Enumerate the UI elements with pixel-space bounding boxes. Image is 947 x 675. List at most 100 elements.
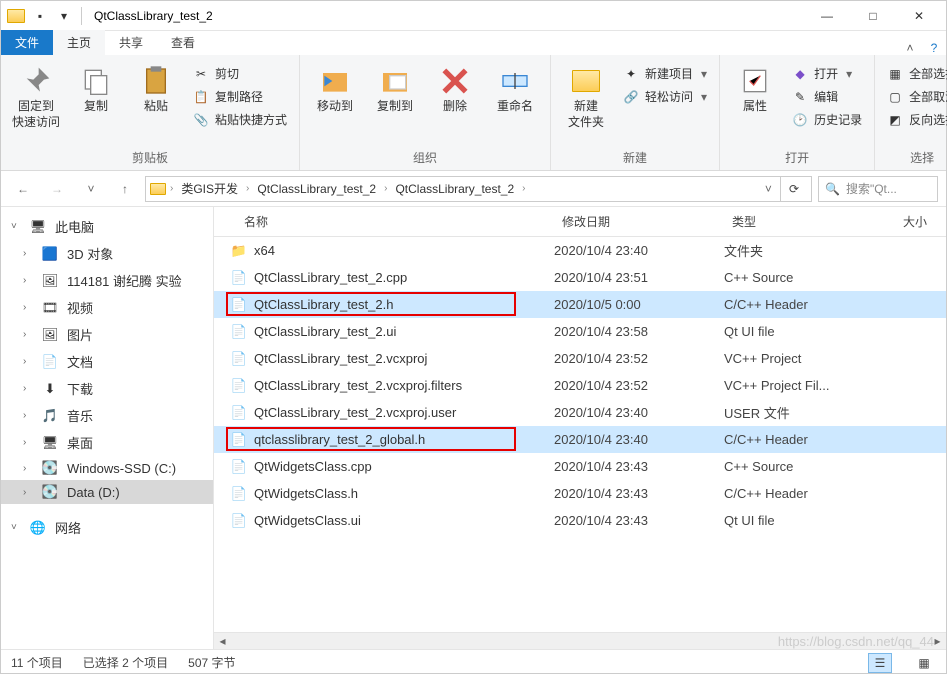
edit-button[interactable]: ✎编辑 — [786, 86, 868, 107]
nav-item-label: Data (D:) — [67, 485, 120, 500]
file-type: 文件夹 — [724, 241, 884, 260]
nav-item-label: Windows-SSD (C:) — [67, 461, 176, 476]
paste-icon — [140, 65, 172, 97]
tab-file[interactable]: 文件 — [1, 30, 53, 55]
nav-item-label: 下载 — [67, 379, 93, 398]
paste-shortcut-button[interactable]: 📎粘贴快捷方式 — [187, 109, 293, 130]
nav-item[interactable]: ›🖼114181 谢纪腾 实验 — [1, 267, 213, 294]
search-box[interactable]: 🔍 搜索"Qt... — [818, 176, 938, 202]
address-dropdown[interactable]: ˅ — [759, 182, 778, 196]
copy-path-button[interactable]: 📋复制路径 — [187, 86, 293, 107]
navigation-pane[interactable]: ˅🖥此电脑›🟦3D 对象›🖼114181 谢纪腾 实验›🎞视频›🖼图片›📄文档›… — [1, 207, 214, 649]
back-button[interactable]: ← — [9, 175, 37, 203]
close-button[interactable]: ✕ — [896, 1, 942, 31]
pc-icon: 🖥 — [29, 219, 47, 235]
maximize-button[interactable]: □ — [850, 1, 896, 31]
nav-item[interactable]: ›🖥桌面 — [1, 429, 213, 456]
file-row[interactable]: 📄QtWidgetsClass.cpp2020/10/4 23:43C++ So… — [214, 453, 946, 480]
qat-item[interactable]: ▪ — [29, 5, 51, 27]
nav-item-label: 文档 — [67, 352, 93, 371]
file-row[interactable]: 📄QtClassLibrary_test_2.vcxproj2020/10/4 … — [214, 345, 946, 372]
nav-item[interactable]: ›⬇下载 — [1, 375, 213, 402]
file-row[interactable]: 📄QtClassLibrary_test_2.vcxproj.user2020/… — [214, 399, 946, 426]
view-details-button[interactable]: ☰ — [868, 653, 892, 673]
file-icon: 📄 — [230, 512, 248, 530]
select-all-button[interactable]: ▦全部选择 — [881, 63, 947, 84]
copy-to-button[interactable]: 复制到 — [366, 59, 424, 115]
address-row: ← → ˅ ↑ › 类GIS开发 › QtClassLibrary_test_2… — [1, 171, 946, 207]
nav-item[interactable]: ›🖼图片 — [1, 321, 213, 348]
horizontal-scrollbar[interactable]: ◂ ▸ — [214, 632, 946, 649]
scroll-left-button[interactable]: ◂ — [214, 633, 231, 650]
cut-button[interactable]: ✂剪切 — [187, 63, 293, 84]
minimize-button[interactable]: — — [804, 1, 850, 31]
file-row[interactable]: 📄QtClassLibrary_test_2.vcxproj.filters20… — [214, 372, 946, 399]
open-button[interactable]: ◆打开▾ — [786, 63, 868, 84]
copy-button[interactable]: 复制 — [67, 59, 125, 115]
ribbon-collapse-button[interactable]: ˄ — [898, 41, 922, 55]
nav-item[interactable]: ˅🖥此电脑 — [1, 213, 213, 240]
history-button[interactable]: 🕑历史记录 — [786, 109, 868, 130]
breadcrumb[interactable]: QtClassLibrary_test_2 — [391, 182, 518, 196]
ribbon-group-select: ▦全部选择 ▢全部取消 ◩反向选择 选择 — [875, 55, 947, 170]
breadcrumb[interactable]: QtClassLibrary_test_2 — [253, 182, 380, 196]
new-item-icon: ✦ — [623, 66, 639, 82]
nav-item[interactable]: ›💽Data (D:) — [1, 480, 213, 504]
column-name[interactable]: 名称 — [214, 207, 554, 236]
file-type: Qt UI file — [724, 324, 884, 339]
forward-button[interactable]: → — [43, 175, 71, 203]
column-type[interactable]: 类型 — [724, 207, 884, 236]
tab-share[interactable]: 共享 — [105, 30, 157, 55]
easy-access-button[interactable]: 🔗轻松访问▾ — [617, 86, 713, 107]
up-button[interactable]: ↑ — [111, 175, 139, 203]
nav-item[interactable]: ˅🌐网络 — [1, 514, 213, 541]
breadcrumb[interactable]: 类GIS开发 — [177, 180, 242, 197]
help-button[interactable]: ? — [922, 41, 946, 55]
file-row[interactable]: 📄QtClassLibrary_test_2.cpp2020/10/4 23:5… — [214, 264, 946, 291]
move-to-button[interactable]: 移动到 — [306, 59, 364, 115]
file-row[interactable]: 📁x642020/10/4 23:40文件夹 — [214, 237, 946, 264]
file-row[interactable]: 📄QtWidgetsClass.h2020/10/4 23:43C/C++ He… — [214, 480, 946, 507]
recent-locations-button[interactable]: ˅ — [77, 175, 105, 203]
refresh-button[interactable]: ⟳ — [780, 177, 807, 201]
file-row[interactable]: 📄qtclasslibrary_test_2_global.h2020/10/4… — [214, 426, 946, 453]
tab-home[interactable]: 主页 — [53, 30, 105, 55]
nav-item[interactable]: ›🎵音乐 — [1, 402, 213, 429]
file-list[interactable]: 📁x642020/10/4 23:40文件夹📄QtClassLibrary_te… — [214, 237, 946, 632]
file-row[interactable]: 📄QtWidgetsClass.ui2020/10/4 23:43Qt UI f… — [214, 507, 946, 534]
properties-button[interactable]: 属性 — [726, 59, 784, 115]
nav-item[interactable]: ›📄文档 — [1, 348, 213, 375]
file-type: C++ Source — [724, 459, 884, 474]
nav-item-label: 图片 — [67, 325, 93, 344]
column-size[interactable]: 大小 — [884, 207, 946, 236]
paste-button[interactable]: 粘贴 — [127, 59, 185, 115]
select-all-icon: ▦ — [887, 66, 903, 82]
file-date: 2020/10/4 23:40 — [554, 243, 724, 258]
address-bar[interactable]: › 类GIS开发 › QtClassLibrary_test_2 › QtCla… — [145, 176, 812, 202]
pin-to-quick-access-button[interactable]: 固定到 快速访问 — [7, 59, 65, 130]
invert-selection-button[interactable]: ◩反向选择 — [881, 109, 947, 130]
tab-view[interactable]: 查看 — [157, 30, 209, 55]
nav-item[interactable]: ›🎞视频 — [1, 294, 213, 321]
search-placeholder: 搜索"Qt... — [846, 180, 897, 197]
status-item-count: 11 个项目 — [11, 654, 63, 671]
window-title: QtClassLibrary_test_2 — [94, 9, 213, 23]
select-none-button[interactable]: ▢全部取消 — [881, 86, 947, 107]
file-type: Qt UI file — [724, 513, 884, 528]
scroll-right-button[interactable]: ▸ — [929, 633, 946, 650]
delete-button[interactable]: 删除 — [426, 59, 484, 115]
history-icon: 🕑 — [792, 112, 808, 128]
file-row[interactable]: 📄QtClassLibrary_test_2.ui2020/10/4 23:58… — [214, 318, 946, 345]
move-to-icon — [319, 65, 351, 97]
nav-item[interactable]: ›💽Windows-SSD (C:) — [1, 456, 213, 480]
rename-button[interactable]: 重命名 — [486, 59, 544, 115]
new-folder-button[interactable]: 新建 文件夹 — [557, 59, 615, 130]
title-bar: ▪ ▾ QtClassLibrary_test_2 — □ ✕ — [1, 1, 946, 31]
column-date[interactable]: 修改日期 — [554, 207, 724, 236]
view-icons-button[interactable]: ▦ — [912, 653, 936, 673]
nav-item[interactable]: ›🟦3D 对象 — [1, 240, 213, 267]
new-item-button[interactable]: ✦新建项目▾ — [617, 63, 713, 84]
file-row[interactable]: 📄QtClassLibrary_test_2.h2020/10/5 0:00C/… — [214, 291, 946, 318]
select-none-icon: ▢ — [887, 89, 903, 105]
qat-item[interactable]: ▾ — [53, 5, 75, 27]
